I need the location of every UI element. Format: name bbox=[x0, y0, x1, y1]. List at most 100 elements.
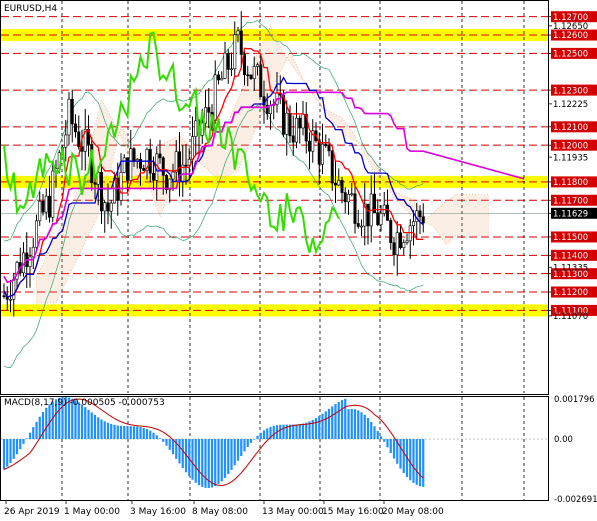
macd-bar bbox=[373, 426, 376, 440]
candle-body bbox=[223, 52, 227, 79]
macd-bar bbox=[6, 439, 9, 467]
macd-bar bbox=[28, 432, 32, 440]
macd-bar bbox=[168, 439, 171, 450]
macd-bar bbox=[106, 422, 110, 440]
macd-bar bbox=[412, 439, 415, 483]
candle-body bbox=[217, 74, 221, 81]
macd-bar bbox=[295, 424, 298, 440]
macd-bar bbox=[334, 404, 337, 440]
macd-bar bbox=[165, 439, 168, 446]
macd-bar bbox=[97, 417, 100, 440]
candle-body bbox=[389, 220, 393, 243]
candle-body bbox=[255, 64, 259, 67]
macd-axis-label: 0.001796 bbox=[554, 395, 595, 405]
time-label: 26 Apr 2019 bbox=[4, 507, 60, 517]
candle-body bbox=[67, 98, 71, 136]
candle-body bbox=[291, 135, 295, 143]
candle-body bbox=[398, 232, 402, 248]
yellow-zone bbox=[1, 304, 548, 317]
price-label: 1.12500 bbox=[553, 50, 588, 60]
macd-bar bbox=[178, 439, 181, 464]
time-label: 15 May 16:00 bbox=[322, 507, 384, 517]
macd-bar bbox=[80, 404, 84, 440]
candle-body bbox=[34, 220, 38, 248]
macd-bar bbox=[259, 432, 262, 440]
candle-body bbox=[226, 52, 230, 70]
macd-bar bbox=[15, 439, 19, 455]
candle-body bbox=[340, 180, 344, 193]
macd-bar bbox=[266, 428, 269, 440]
macd-bar bbox=[227, 439, 230, 475]
price-label: 1.11935 bbox=[553, 153, 588, 163]
macd-bar bbox=[210, 439, 214, 488]
macd-bar bbox=[253, 439, 256, 440]
candle-body bbox=[249, 74, 253, 79]
macd-bar bbox=[366, 418, 370, 440]
price-label: 1.12225 bbox=[553, 100, 588, 110]
candle-body bbox=[80, 146, 84, 152]
macd-bar bbox=[87, 409, 90, 440]
macd-bar bbox=[363, 414, 366, 440]
candle-body bbox=[301, 114, 305, 129]
macd-bar bbox=[292, 424, 295, 440]
candle-body bbox=[343, 192, 347, 203]
macd-bar bbox=[386, 439, 389, 448]
macd-bar bbox=[223, 439, 227, 478]
candle-body bbox=[395, 232, 399, 256]
macd-bar bbox=[181, 439, 184, 468]
candle-body bbox=[405, 240, 409, 243]
time-axis: 26 Apr 2019 1 May 00:00 3 May 16:00 8 May 0… bbox=[4, 500, 444, 517]
candle-body bbox=[41, 200, 45, 213]
time-label: 3 May 16:00 bbox=[130, 507, 186, 517]
candle-body bbox=[51, 170, 55, 218]
macd-bar bbox=[383, 439, 386, 442]
macd-bar bbox=[110, 423, 113, 440]
macd-bar bbox=[214, 439, 217, 487]
candle-body bbox=[132, 148, 136, 162]
macd-bar bbox=[314, 418, 318, 440]
candle-body bbox=[330, 150, 334, 184]
candle-body bbox=[38, 200, 42, 222]
macd-bar bbox=[279, 424, 282, 440]
candle-body bbox=[379, 213, 383, 226]
macd-bar bbox=[376, 431, 379, 440]
price-label: 1.11500 bbox=[553, 233, 588, 243]
candle-body bbox=[333, 182, 337, 186]
price-label: 1.11700 bbox=[553, 196, 588, 206]
candle-body bbox=[359, 225, 363, 228]
price-label: 1.11629 bbox=[553, 209, 588, 219]
macd-bar bbox=[191, 439, 194, 480]
macd-bar bbox=[246, 439, 249, 447]
macd-bar bbox=[126, 426, 129, 440]
chart-canvas[interactable]: 1.127001.126001.125001.123001.121001.120… bbox=[0, 0, 597, 521]
candle-body bbox=[9, 298, 13, 301]
macd-bar bbox=[370, 421, 373, 440]
macd-bar bbox=[327, 408, 331, 440]
macd-bar bbox=[129, 426, 132, 440]
candle-body bbox=[392, 242, 396, 256]
macd-bar bbox=[409, 439, 412, 481]
macd-bar bbox=[347, 409, 350, 440]
candle-body bbox=[165, 175, 169, 190]
macd-bar bbox=[418, 439, 422, 487]
candle-body bbox=[239, 30, 243, 55]
candle-body bbox=[307, 140, 311, 152]
macd-bar bbox=[113, 424, 116, 440]
candle-body bbox=[135, 159, 139, 162]
candle-body bbox=[421, 216, 425, 224]
candle-body bbox=[194, 120, 198, 137]
price-label: 1.11070 bbox=[553, 312, 588, 322]
price-label: 1.11800 bbox=[553, 178, 588, 188]
candle-body bbox=[327, 145, 331, 152]
macd-bar bbox=[305, 422, 308, 440]
candle-body bbox=[385, 204, 389, 221]
macd-bar bbox=[136, 426, 139, 440]
macd-bar bbox=[422, 439, 425, 487]
price-label: 1.12650 bbox=[553, 22, 588, 32]
macd-bar bbox=[197, 439, 201, 486]
candle-body bbox=[259, 64, 263, 98]
candle-body bbox=[142, 168, 146, 171]
macd-bar bbox=[220, 439, 223, 482]
macd-bar bbox=[321, 413, 324, 440]
macd-bar bbox=[19, 439, 22, 450]
